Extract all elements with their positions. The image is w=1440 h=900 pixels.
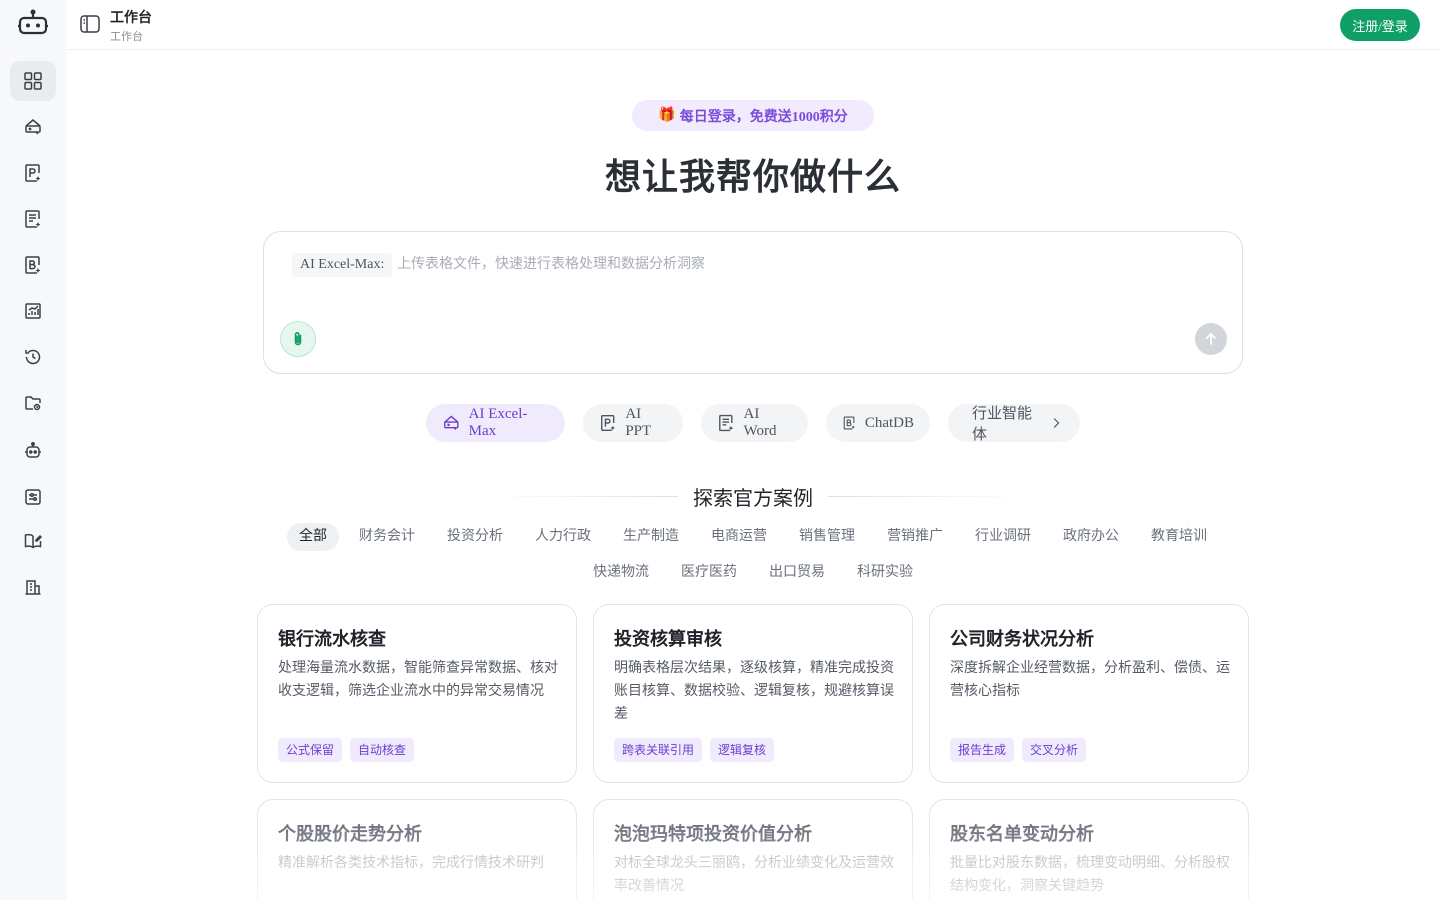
- case-card[interactable]: 银行流水核查 处理海量流水数据，智能筛查异常数据、核对收支逻辑，筛选企业流水中的…: [257, 604, 577, 783]
- sidebar-item-workspace[interactable]: [10, 61, 56, 101]
- category-item[interactable]: 行业调研: [963, 523, 1043, 551]
- category-all[interactable]: 全部: [287, 523, 339, 551]
- card-tags: 跨表关联引用 逻辑复核: [614, 738, 775, 762]
- tool-ai-word[interactable]: AI Word: [701, 404, 808, 442]
- grid-icon: [24, 72, 42, 90]
- category-item[interactable]: 科研实验: [845, 559, 925, 587]
- tool-ai-ppt[interactable]: AI PPT: [583, 404, 683, 442]
- category-item[interactable]: 教育培训: [1139, 523, 1219, 551]
- building-icon: [25, 580, 41, 595]
- divider-right: [828, 496, 1028, 497]
- sidebar-item-building[interactable]: [10, 567, 56, 607]
- tool-label: AI Excel-Max: [468, 406, 528, 439]
- excel-icon: [444, 415, 459, 431]
- headline: 想让我帮你做什么: [604, 157, 901, 197]
- prompt-input[interactable]: [397, 253, 1097, 277]
- case-card[interactable]: 投资核算审核 明确表格层次结果，逐级核算，精准完成投资账目核算、数据校验、逻辑复…: [593, 604, 913, 783]
- case-card[interactable]: 公司财务状况分析 深度拆解企业经营数据，分析盈利、偿债、运营核心指标 报告生成 …: [929, 604, 1249, 783]
- tag: 报告生成: [950, 738, 1015, 762]
- breadcrumb: 工作台: [110, 31, 143, 43]
- case-card[interactable]: 泡泡玛特项投资价值分析 对标全球龙头三丽鸥，分析业绩变化及运营效率改善情况: [593, 799, 913, 900]
- robot-icon: [25, 442, 41, 458]
- card-tags: 公式保留 自动核查: [278, 738, 415, 762]
- sidebar-item-excel[interactable]: [10, 107, 56, 147]
- category-item[interactable]: 生产制造: [611, 523, 691, 551]
- sidebar-toggle-icon[interactable]: [79, 13, 101, 35]
- category-item[interactable]: 快递物流: [581, 559, 661, 587]
- explore-title: 探索官方案例: [693, 488, 813, 510]
- card-description: 深度拆解企业经营数据，分析盈利、偿债、运营核心指标: [950, 661, 1230, 699]
- daily-login-promo[interactable]: 🎁 每日登录，免费送1000积分: [632, 100, 874, 131]
- card-description: 对标全球龙头三丽鸥，分析业绩变化及运营效率改善情况: [614, 856, 894, 894]
- tag: 交叉分析: [1022, 738, 1087, 762]
- word-icon: [25, 210, 41, 228]
- folder-icon: [25, 396, 41, 411]
- mode-chip: AI Excel-Max:: [292, 253, 393, 277]
- page-title: 工作台: [110, 11, 152, 26]
- paperclip-icon: [294, 332, 302, 346]
- tag: 跨表关联引用: [614, 738, 703, 762]
- send-button[interactable]: [1195, 323, 1227, 355]
- arrow-up-icon: [1206, 332, 1216, 345]
- category-item[interactable]: 投资分析: [435, 523, 515, 551]
- tool-industry-agents[interactable]: 行业智能体: [948, 404, 1080, 443]
- card-title: 投资核算审核: [614, 629, 722, 649]
- card-title: 股东名单变动分析: [950, 824, 1094, 844]
- sidebar-item-chatdb[interactable]: [10, 245, 56, 285]
- prompt-composer[interactable]: AI Excel-Max:: [263, 231, 1243, 374]
- category-item[interactable]: 政府办公: [1051, 523, 1131, 551]
- sidebar-item-book[interactable]: [10, 521, 56, 561]
- card-title: 泡泡玛特项投资价值分析: [614, 824, 812, 844]
- tool-label: 行业智能体: [972, 406, 1033, 443]
- top-bar: 工作台 工作台 注册/登录: [66, 0, 1440, 50]
- sidebar-item-word[interactable]: [10, 199, 56, 239]
- card-title: 个股股价走势分析: [278, 824, 422, 844]
- sidebar-item-folder[interactable]: [10, 383, 56, 423]
- tool-label: AI Word: [743, 406, 777, 439]
- category-item[interactable]: 出口贸易: [757, 559, 837, 587]
- robot-logo-icon[interactable]: [17, 8, 49, 38]
- category-item[interactable]: 营销推广: [875, 523, 955, 551]
- excel-icon: [25, 119, 41, 135]
- card-description: 批量比对股东数据，梳理变动明细、分析股权结构变化，洞察关键趋势: [950, 856, 1230, 894]
- word-icon: [719, 414, 734, 432]
- history-icon: [25, 349, 41, 365]
- tool-label: AI PPT: [625, 406, 652, 439]
- card-title: 银行流水核查: [278, 629, 386, 649]
- case-card[interactable]: 股东名单变动分析 批量比对股东数据，梳理变动明细、分析股权结构变化，洞察关键趋势: [929, 799, 1249, 900]
- category-item[interactable]: 医疗医药: [669, 559, 749, 587]
- sidebar: [0, 0, 66, 900]
- login-button[interactable]: 注册/登录: [1340, 9, 1420, 41]
- sidebar-item-history[interactable]: [10, 337, 56, 377]
- sidebar-item-robot[interactable]: [10, 431, 56, 471]
- case-card[interactable]: 个股股价走势分析 精准解析各类技术指标，完成行情技术研判: [257, 799, 577, 900]
- category-item[interactable]: 人力行政: [523, 523, 603, 551]
- tag: 自动核查: [350, 738, 415, 762]
- category-item[interactable]: 电商运营: [699, 523, 779, 551]
- tag: 逻辑复核: [710, 738, 775, 762]
- category-item[interactable]: 销售管理: [787, 523, 867, 551]
- tool-ai-excel-max[interactable]: AI Excel-Max: [426, 404, 565, 442]
- gift-icon: 🎁: [658, 108, 676, 123]
- chart-icon: [25, 303, 41, 319]
- database-icon: [25, 256, 41, 274]
- card-description: 明确表格层次结果，逐级核算，精准完成投资账目核算、数据校验、逻辑复核，规避核算误…: [614, 661, 894, 722]
- chevron-right-icon: [1054, 418, 1060, 428]
- tool-label: ChatDB: [864, 414, 914, 431]
- attach-button[interactable]: [280, 321, 316, 357]
- ppt-icon: [601, 414, 616, 432]
- book-icon: [24, 533, 43, 549]
- card-description: 处理海量流水数据，智能筛查异常数据、核对收支逻辑，筛选企业流水中的异常交易情况: [278, 661, 558, 699]
- card-tags: 报告生成 交叉分析: [950, 738, 1087, 762]
- category-item[interactable]: 财务会计: [347, 523, 427, 551]
- card-description: 精准解析各类技术指标，完成行情技术研判: [278, 856, 544, 871]
- card-title: 公司财务状况分析: [950, 629, 1094, 649]
- database-icon: [843, 416, 855, 430]
- promo-text: 每日登录，免费送1000积分: [679, 109, 848, 125]
- tool-chatdb[interactable]: ChatDB: [826, 404, 930, 442]
- sidebar-item-chart[interactable]: [10, 291, 56, 331]
- tag: 公式保留: [278, 738, 343, 762]
